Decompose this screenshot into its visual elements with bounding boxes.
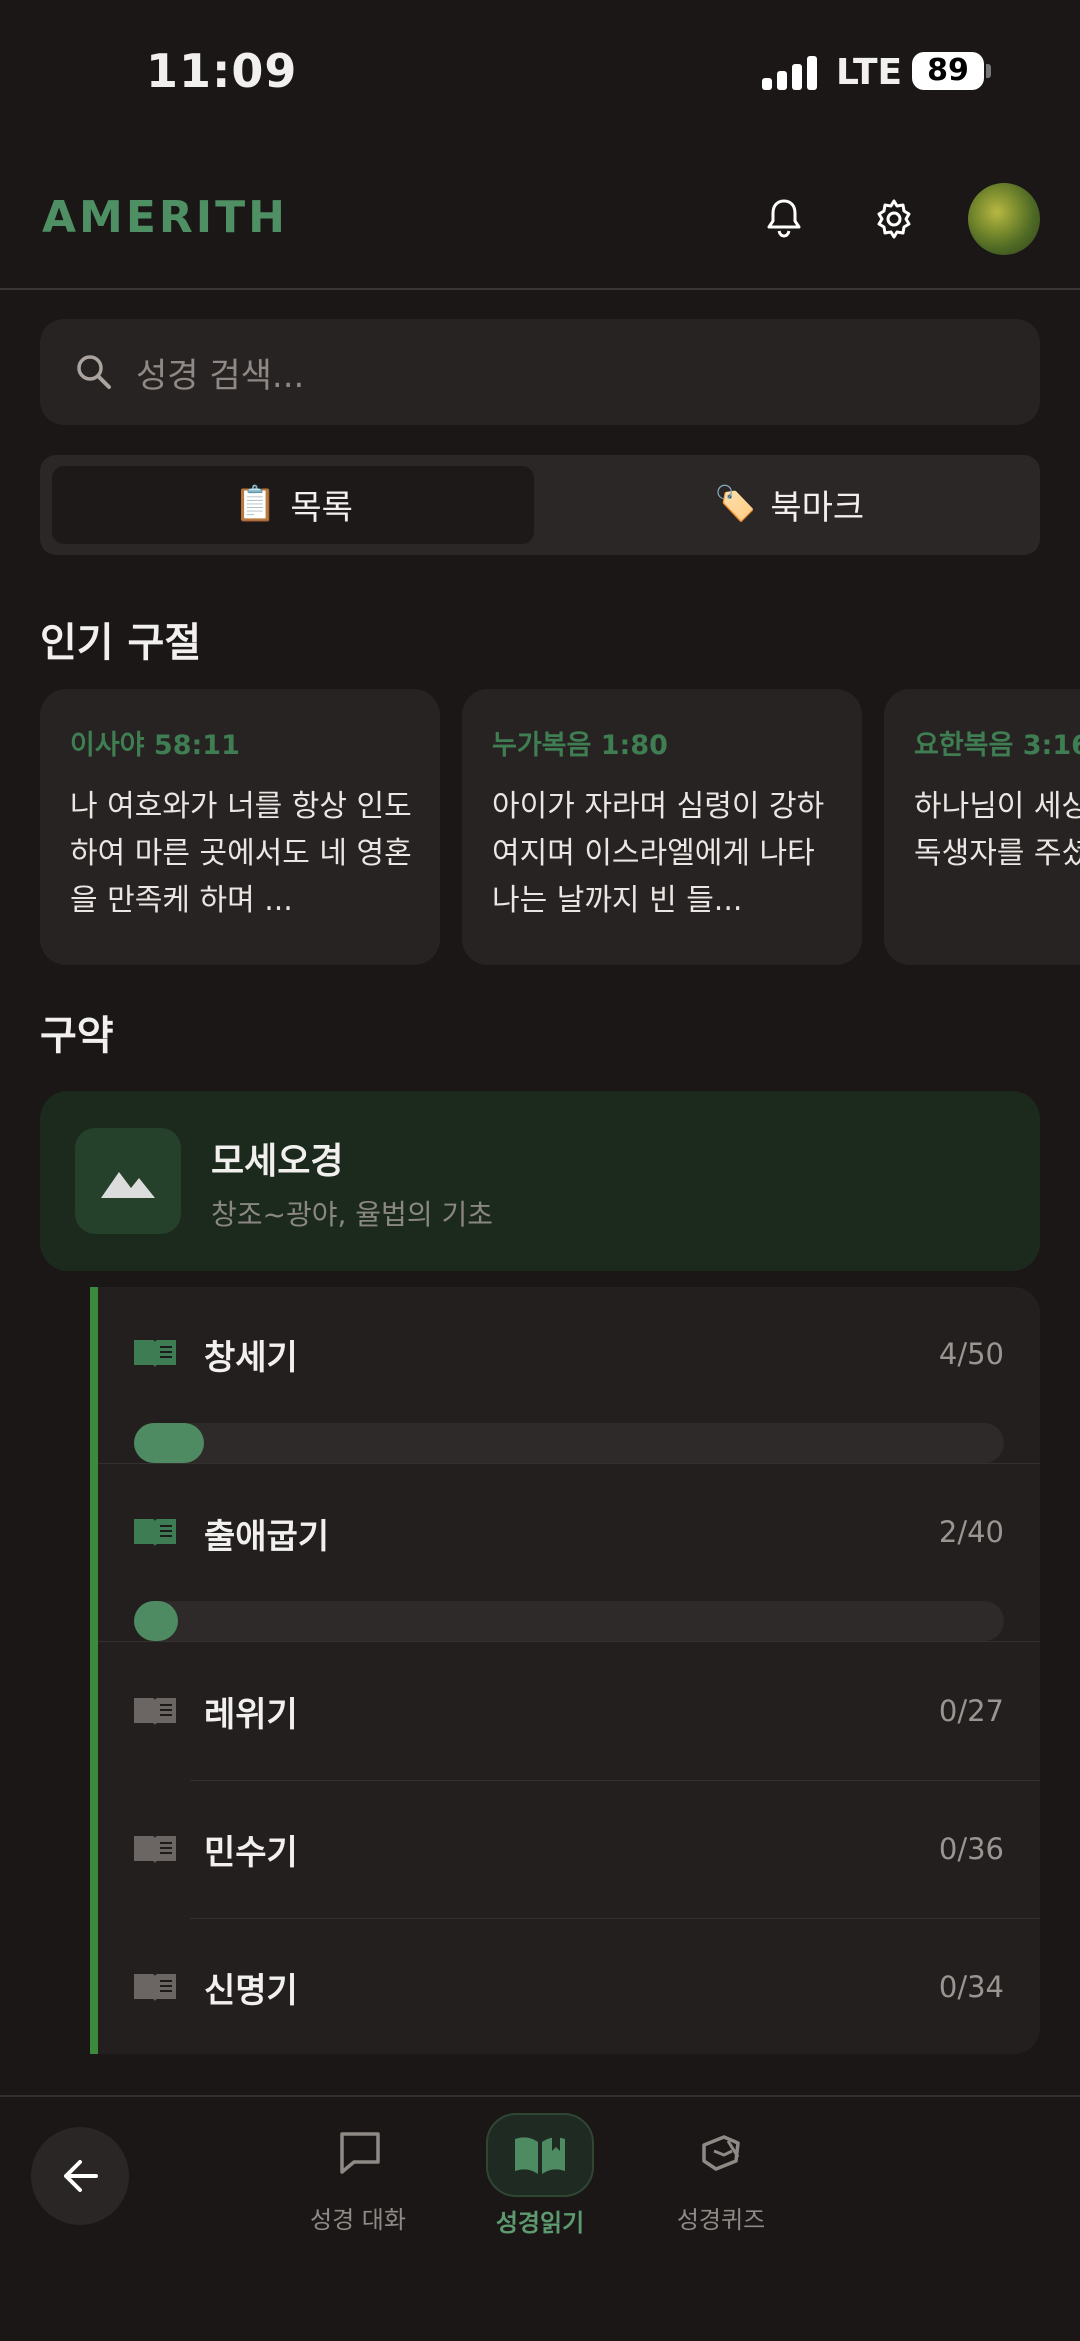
divider	[190, 1780, 1040, 1781]
book-name[interactable]: 레위기	[204, 1687, 298, 1736]
popular-verses-title: 인기 구절	[40, 620, 202, 666]
mountain-icon	[75, 1128, 181, 1234]
verse-ref: 누가복음 1:80	[492, 730, 668, 761]
book-count: 0/27	[938, 1694, 1004, 1728]
chat-icon	[340, 2132, 380, 2174]
search-icon	[72, 350, 116, 394]
divider	[98, 1641, 1040, 1642]
nav-reading[interactable]	[486, 2113, 594, 2197]
progress-fill	[134, 1423, 204, 1463]
bookmark-tag-icon: 🏷️	[714, 484, 757, 524]
bottom-nav-divider	[0, 2095, 1080, 2097]
book-icon	[132, 1970, 178, 2004]
nav-quiz[interactable]	[670, 2113, 774, 2193]
verse-card[interactable]: 요한복음 3:16 하나님이 세상을 사랑하사 독생자를 주셨으니 이는	[884, 689, 1080, 965]
book-icon	[132, 1694, 178, 1728]
gear-icon[interactable]	[864, 189, 924, 249]
book-name[interactable]: 창세기	[204, 1330, 298, 1379]
signal-icon	[762, 56, 818, 90]
progress-fill	[134, 1601, 178, 1641]
book-name[interactable]: 출애굽기	[204, 1509, 329, 1558]
book-icon	[132, 1515, 178, 1549]
book-icon	[132, 1832, 178, 1866]
group-title: 모세오경	[211, 1141, 344, 1182]
bell-icon[interactable]	[754, 189, 814, 249]
status-time: 11:09	[146, 44, 298, 98]
pentateuch-group[interactable]	[40, 1091, 1040, 1271]
book-count: 4/50	[938, 1337, 1004, 1371]
verse-text: 아이가 자라며 심령이 강하여지며 이스라엘에게 나타나는 날까지 빈 들...	[492, 789, 825, 918]
tab-bookmark[interactable]: 🏷️ 북마크	[714, 481, 865, 528]
tab-list-label: 목록	[290, 487, 353, 528]
divider	[98, 1463, 1040, 1464]
book-list	[90, 1287, 1040, 2054]
nav-chat[interactable]	[308, 2113, 412, 2193]
network-label: LTE	[836, 52, 903, 93]
verse-text: 나 여호와가 너를 항상 인도하여 마른 곳에서도 네 영혼을 만족케 하며 .…	[70, 789, 412, 918]
book-icon	[132, 1336, 178, 1370]
testament-title: 구약	[40, 1013, 114, 1059]
verse-ref: 요한복음 3:16	[914, 730, 1080, 761]
verse-card[interactable]: 이사야 58:11 나 여호와가 너를 항상 인도하여 마른 곳에서도 네 영혼…	[40, 689, 440, 965]
app-brand: AMERITH	[42, 192, 288, 243]
arrow-left-icon	[64, 2160, 98, 2192]
group-subtitle: 창조~광야, 율법의 기초	[211, 1198, 494, 1231]
nav-chat-label[interactable]: 성경 대화	[258, 2200, 458, 2235]
verse-card[interactable]: 누가복음 1:80 아이가 자라며 심령이 강하여지며 이스라엘에게 나타나는 …	[462, 689, 862, 965]
avatar[interactable]	[968, 183, 1040, 255]
search-placeholder: 성경 검색...	[136, 356, 305, 396]
header-divider	[0, 288, 1080, 290]
book-count: 0/36	[938, 1832, 1004, 1866]
book-count: 0/34	[938, 1970, 1004, 2004]
battery-indicator: 89	[912, 52, 984, 90]
book-list-accent	[90, 1287, 98, 2054]
tab-list[interactable]: 📋 목록	[234, 481, 353, 528]
verse-text: 하나님이 세상을 사랑하사 독생자를 주셨으니 이는	[914, 789, 1080, 871]
book-count: 2/40	[938, 1515, 1004, 1549]
progress-bar	[134, 1601, 1004, 1641]
back-button[interactable]	[31, 2127, 129, 2225]
nav-reading-label[interactable]: 성경읽기	[440, 2203, 640, 2238]
quiz-icon	[702, 2135, 740, 2171]
divider	[190, 1918, 1040, 1919]
open-book-icon	[515, 2137, 565, 2174]
nav-quiz-label[interactable]: 성경퀴즈	[621, 2200, 821, 2235]
verse-ref: 이사야 58:11	[70, 730, 240, 761]
clipboard-icon: 📋	[234, 484, 277, 524]
progress-bar	[134, 1423, 1004, 1463]
book-name[interactable]: 신명기	[204, 1963, 298, 2012]
battery-nub	[986, 64, 991, 78]
book-name[interactable]: 민수기	[204, 1825, 298, 1874]
tab-bookmark-label: 북마크	[770, 487, 865, 528]
